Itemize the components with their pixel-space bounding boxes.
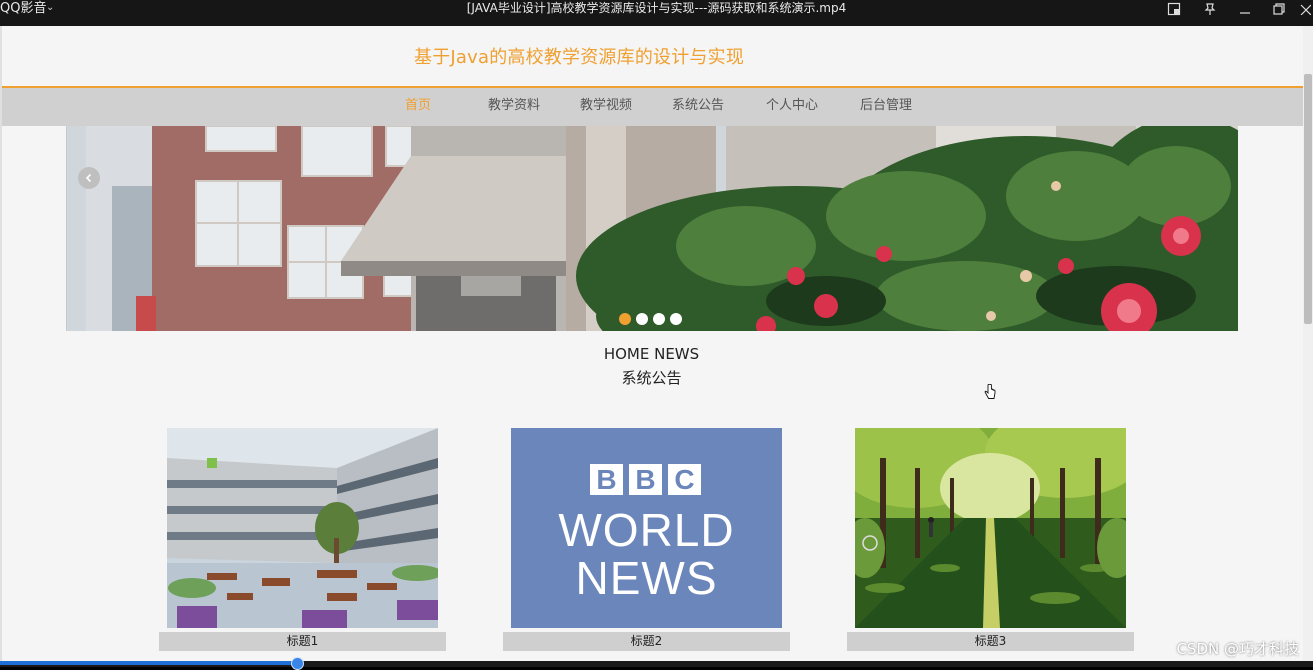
tree-lined-road-photo: [855, 428, 1126, 628]
bbc-block-b1: B: [590, 464, 623, 495]
carousel-dot-1[interactable]: [619, 313, 631, 325]
news-card-2[interactable]: B B C WORLD NEWS 标题2: [503, 428, 790, 652]
news-card-title[interactable]: 标题3: [847, 632, 1134, 651]
player-titlebar: QQ影音 ⌄ [JAVA毕业设计]高校教学资源库设计与实现---源码获取和系统演…: [0, 0, 1313, 26]
campus-courtyard-photo: [167, 428, 438, 628]
mini-mode-icon[interactable]: [1162, 0, 1186, 18]
bbc-world-text: WORLD: [558, 504, 735, 556]
news-card-image[interactable]: [855, 428, 1126, 628]
bbc-news-text: NEWS: [575, 552, 718, 604]
scrollbar-thumb[interactable]: [1304, 74, 1312, 324]
banner-carousel[interactable]: [66, 126, 1238, 331]
nav-item-admin[interactable]: 后台管理: [860, 88, 912, 126]
nav-item-home[interactable]: 首页: [405, 88, 431, 126]
bbc-block-b2: B: [629, 464, 662, 495]
bbc-block-c: C: [668, 464, 701, 495]
chevron-left-icon: [85, 173, 92, 183]
news-card-3[interactable]: 标题3: [847, 428, 1134, 652]
main-nav: 首页 教学资料 教学视频 系统公告 个人中心 后台管理: [2, 88, 1303, 126]
nav-item-materials[interactable]: 教学资料: [488, 88, 540, 126]
carousel-dot-3[interactable]: [653, 313, 665, 325]
carousel-dot-2[interactable]: [636, 313, 648, 325]
carousel-border: [66, 126, 67, 331]
nav-item-announcements[interactable]: 系统公告: [672, 88, 724, 126]
news-card-image[interactable]: [167, 428, 438, 628]
site-header: 基于Java的高校教学资源库的设计与实现: [2, 26, 1303, 88]
nav-item-videos[interactable]: 教学视频: [580, 88, 632, 126]
video-frame: 基于Java的高校教学资源库的设计与实现 首页 教学资料 教学视频 系统公告 个…: [0, 26, 1313, 667]
site-title: 基于Java的高校教学资源库的设计与实现: [414, 47, 745, 68]
video-title: [JAVA毕业设计]高校教学资源库设计与实现---源码获取和系统演示.mp4: [466, 1, 847, 15]
restore-icon[interactable]: [1267, 0, 1291, 18]
watermark-text: CSDN @巧才科技: [1176, 640, 1299, 658]
carousel-dot-4[interactable]: [670, 313, 682, 325]
progress-fill: [0, 661, 297, 665]
news-card-image[interactable]: B B C WORLD NEWS: [511, 428, 782, 628]
progress-handle[interactable]: [290, 657, 304, 670]
nav-item-profile[interactable]: 个人中心: [766, 88, 818, 126]
close-icon[interactable]: [1296, 0, 1313, 18]
news-card-title[interactable]: 标题1: [159, 632, 446, 651]
campus-building-photo: [66, 126, 1238, 331]
hand-cursor-icon: [984, 384, 996, 399]
news-heading-en: HOME NEWS: [603, 345, 700, 363]
minimize-icon[interactable]: [1233, 0, 1257, 18]
news-card-title[interactable]: 标题2: [503, 632, 790, 651]
news-card-1[interactable]: 标题1: [159, 428, 446, 652]
pin-icon[interactable]: [1198, 0, 1222, 18]
carousel-prev-button[interactable]: [78, 167, 100, 189]
page-scrollbar[interactable]: [1303, 26, 1313, 667]
bbc-blocks: B B C: [590, 464, 702, 495]
news-heading-cn: 系统公告: [621, 369, 682, 387]
